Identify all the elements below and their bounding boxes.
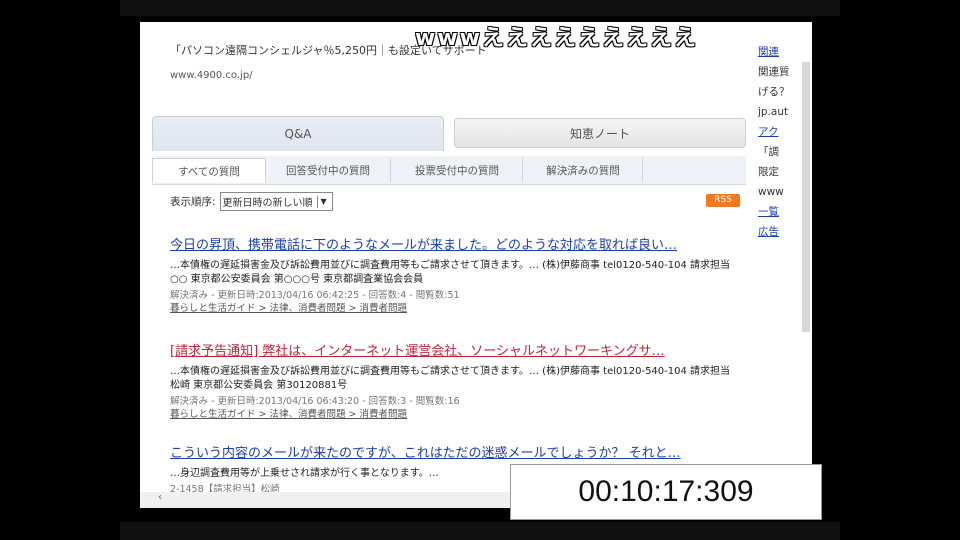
rss-button[interactable]: RSS [706,194,740,207]
ad-url[interactable]: www.4900.co.jp/ [170,70,253,81]
browser-screen: 「パソコン遠隔コンシェルジャ％5,250円｜も設定いてサポート www.4900… [140,22,812,508]
overlay-comment: wwwえええええええええ [415,26,698,51]
timer-display: 00:10:17:309 [510,464,822,520]
question-meta: 解決済み - 更新日時:2013/04/16 06:43:20 - 回答数:3 … [170,396,460,407]
sort-label: 表示順序: [170,196,216,208]
sort-row: 表示順序: 更新日時の新しい順 ▼ [170,192,333,211]
question-category-link[interactable]: 暮らしと生活ガイド > 法律、消費者問題 > 消費者問題 [170,302,740,315]
subtab-answering[interactable]: 回答受付中の質問 [266,158,391,182]
subtab-resolved[interactable]: 解決済みの質問 [524,158,643,182]
vertical-scrollbar[interactable] [802,62,810,332]
question-item: [請求予告通知] 弊社は、インターネット運営会社、ソーシャルネットワーキングサ…… [170,340,740,421]
chevron-down-icon: ▼ [316,195,330,208]
question-snippet: …本債権の遅延損害金及び訴訟費用並びに調査費用等もご請求させて頂きます。… (株… [170,366,731,391]
video-bottom-bar [120,522,840,540]
question-item: 今日の昇頂、携帯電話に下のようなメールが来ました。どのような対応を取れば良い… … [170,234,740,315]
subtab-voting[interactable]: 投票受付中の質問 [392,158,523,182]
sidebar-item[interactable]: 関連 [758,42,812,62]
question-filter-tabs: すべての質問 回答受付中の質問 投票受付中の質問 解決済みの質問 [152,156,746,185]
sort-select[interactable]: 更新日時の新しい順 ▼ [219,192,333,211]
question-title-link[interactable]: [請求予告通知] 弊社は、インターネット運営会社、ソーシャルネットワーキングサ… [170,340,740,359]
sort-select-value: 更新日時の新しい順 [222,198,313,209]
tab-qa[interactable]: Q&A [152,116,444,151]
video-top-bar [120,0,840,16]
question-category-link[interactable]: 暮らしと生活ガイド > 法律、消費者問題 > 消費者問題 [170,408,740,421]
question-title-link[interactable]: こういう内容のメールが来たのですが、これはただの迷惑メールでしょうか？ それと… [170,442,740,461]
tab-knowledge-note[interactable]: 知恵ノート [454,118,746,148]
question-title-link[interactable]: 今日の昇頂、携帯電話に下のようなメールが来ました。どのような対応を取れば良い… [170,234,740,253]
chevron-left-icon[interactable]: ‹ [140,492,162,503]
question-snippet: …本債権の遅延損害金及び訴訟費用並びに調査費用等もご請求させて頂きます。… (株… [170,260,731,285]
question-meta: 解決済み - 更新日時:2013/04/16 06:42:25 - 回答数:4 … [170,290,460,301]
main-tabs: Q&A 知恵ノート [152,116,746,152]
subtab-all[interactable]: すべての質問 [152,158,266,183]
